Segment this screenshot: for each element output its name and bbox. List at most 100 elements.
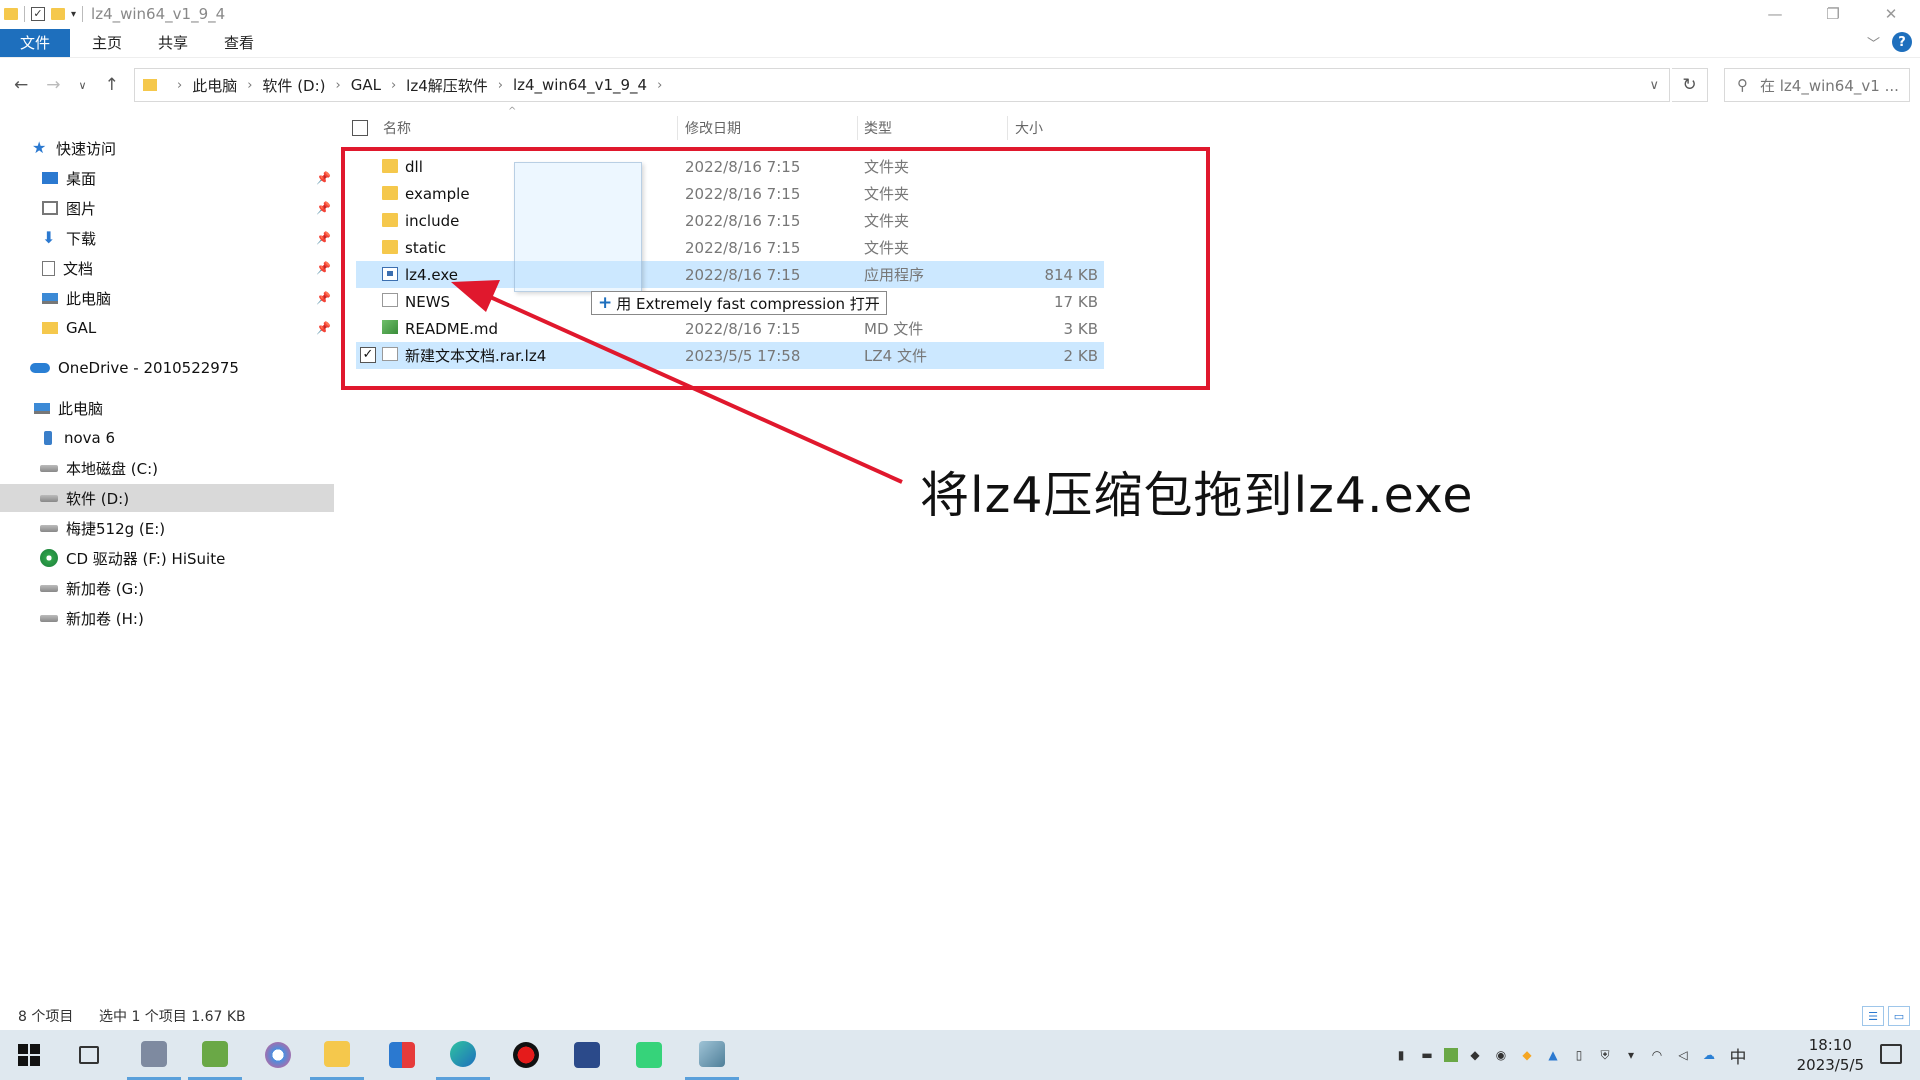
- app-icon: [202, 1040, 228, 1067]
- chevron-right-icon[interactable]: ›: [391, 78, 396, 93]
- taskbar-clock[interactable]: 18:10 2023/5/5: [1797, 1035, 1864, 1075]
- breadcrumb-item[interactable]: lz4_win64_v1_9_4: [513, 76, 647, 94]
- expand-ribbon-icon[interactable]: ﹀: [1867, 33, 1880, 52]
- tray-app-icon[interactable]: ▮: [1392, 1046, 1410, 1064]
- chevron-right-icon[interactable]: ›: [336, 78, 341, 93]
- sidebar-item-this-pc-pinned[interactable]: 此电脑 📌: [0, 284, 334, 312]
- column-date[interactable]: 修改日期: [685, 118, 741, 138]
- security-icon[interactable]: ⛨: [1596, 1046, 1614, 1064]
- breadcrumb-item[interactable]: lz4解压软件: [406, 75, 488, 96]
- tab-view[interactable]: 查看: [206, 29, 272, 57]
- tab-file[interactable]: 文件: [0, 28, 70, 57]
- sidebar-item-documents[interactable]: 文档 📌: [0, 254, 334, 282]
- new-folder-icon[interactable]: [51, 8, 65, 20]
- tab-home[interactable]: 主页: [74, 29, 140, 57]
- forward-arrow-icon[interactable]: →: [46, 75, 60, 95]
- sidebar-item-drive-d[interactable]: 软件 (D:): [0, 484, 334, 512]
- properties-icon[interactable]: ✓: [31, 7, 45, 21]
- large-icons-view-icon[interactable]: ▭: [1888, 1006, 1910, 1026]
- sidebar-item-drive-f[interactable]: CD 驱动器 (F:) HiSuite: [0, 544, 334, 572]
- taskbar-file-explorer[interactable]: [310, 1030, 364, 1080]
- taskbar-app-1[interactable]: [127, 1030, 181, 1080]
- back-arrow-icon[interactable]: ←: [14, 75, 28, 95]
- column-name[interactable]: 名称: [383, 118, 411, 138]
- pin-icon[interactable]: 📌: [316, 201, 331, 215]
- wifi-icon[interactable]: ◠: [1648, 1046, 1666, 1064]
- recent-locations-icon[interactable]: ∨: [79, 79, 87, 92]
- sidebar-item-label: 本地磁盘 (C:): [66, 459, 158, 478]
- sidebar-item-gal[interactable]: GAL 📌: [0, 314, 334, 342]
- search-input[interactable]: ⚲ 在 lz4_win64_v1 ...: [1724, 68, 1910, 102]
- task-view-button[interactable]: [62, 1030, 116, 1080]
- sidebar-item-nova6[interactable]: nova 6: [0, 424, 334, 452]
- sidebar-item-desktop[interactable]: 桌面 📌: [0, 164, 334, 192]
- tray-app-icon[interactable]: ▬: [1418, 1046, 1436, 1064]
- drive-icon: [40, 584, 58, 592]
- taskbar-app-3[interactable]: [251, 1030, 305, 1080]
- help-icon[interactable]: ?: [1892, 32, 1912, 52]
- column-type[interactable]: 类型: [864, 118, 892, 138]
- taskbar-app-8[interactable]: [560, 1030, 614, 1080]
- start-button[interactable]: [2, 1030, 56, 1080]
- breadcrumb-item[interactable]: 此电脑: [192, 75, 237, 96]
- record-icon: [513, 1042, 539, 1068]
- taskbar-app-5[interactable]: [375, 1030, 429, 1080]
- chevron-right-icon[interactable]: ›: [247, 78, 252, 93]
- customize-toolbar-icon[interactable]: ▾: [71, 9, 76, 20]
- sidebar-item-drive-h[interactable]: 新加卷 (H:): [0, 604, 334, 632]
- pin-icon[interactable]: 📌: [316, 321, 331, 335]
- pin-icon[interactable]: 📌: [316, 231, 331, 245]
- sidebar-item-this-pc[interactable]: 此电脑: [0, 394, 334, 422]
- taskbar-edge[interactable]: [436, 1030, 490, 1080]
- input-method-indicator[interactable]: 中: [1726, 1046, 1750, 1068]
- taskbar-app-9[interactable]: [622, 1030, 676, 1080]
- column-divider[interactable]: [1007, 116, 1008, 140]
- column-header-row: 名称 修改日期 类型 大小: [0, 113, 1100, 143]
- taskbar-app-2[interactable]: [188, 1030, 242, 1080]
- pin-icon[interactable]: 📌: [316, 171, 331, 185]
- breadcrumb-item[interactable]: GAL: [351, 76, 381, 94]
- taskbar-app-10[interactable]: [685, 1030, 739, 1080]
- sidebar-item-drive-c[interactable]: 本地磁盘 (C:): [0, 454, 334, 482]
- app-icon: [636, 1042, 662, 1068]
- download-arrow-icon: ⬇: [42, 228, 56, 247]
- column-size[interactable]: 大小: [1015, 118, 1043, 138]
- usb-icon[interactable]: ▯: [1570, 1046, 1588, 1064]
- column-divider[interactable]: [677, 116, 678, 140]
- annotation-box: [341, 147, 1210, 390]
- notification-icon[interactable]: [1880, 1044, 1902, 1064]
- drive-icon: [40, 464, 58, 472]
- up-arrow-icon[interactable]: ↑: [105, 75, 119, 95]
- taskbar-recorder[interactable]: [499, 1030, 553, 1080]
- tray-app-icon[interactable]: ◉: [1492, 1046, 1510, 1064]
- pin-icon[interactable]: 📌: [316, 291, 331, 305]
- column-divider[interactable]: [857, 116, 858, 140]
- chevron-right-icon[interactable]: ›: [498, 78, 503, 93]
- select-all-checkbox[interactable]: [352, 120, 368, 136]
- sidebar-item-drive-e[interactable]: 梅捷512g (E:): [0, 514, 334, 542]
- sidebar-item-downloads[interactable]: ⬇ 下载 📌: [0, 224, 334, 252]
- sidebar-item-pictures[interactable]: 图片 📌: [0, 194, 334, 222]
- sidebar-item-label: 文档: [63, 259, 94, 278]
- details-view-icon[interactable]: ☰: [1862, 1006, 1884, 1026]
- pin-icon[interactable]: 📌: [316, 261, 331, 275]
- address-bar[interactable]: › 此电脑 › 软件 (D:) › GAL › lz4解压软件 › lz4_wi…: [134, 68, 1670, 102]
- onedrive-icon[interactable]: ☁: [1700, 1046, 1718, 1064]
- sidebar-item-onedrive[interactable]: OneDrive - 2010522975: [0, 354, 334, 382]
- volume-icon[interactable]: ◁: [1674, 1046, 1692, 1064]
- tab-share[interactable]: 共享: [140, 29, 206, 57]
- breadcrumb-item[interactable]: 软件 (D:): [262, 75, 325, 96]
- tray-app-icon[interactable]: ◆: [1466, 1046, 1484, 1064]
- maximize-button[interactable]: ❐: [1804, 0, 1862, 28]
- refresh-button[interactable]: ↻: [1672, 68, 1708, 102]
- tray-app-icon[interactable]: ▲: [1544, 1046, 1562, 1064]
- tray-app-icon[interactable]: ◆: [1518, 1046, 1536, 1064]
- chevron-right-icon[interactable]: ›: [177, 78, 182, 93]
- close-button[interactable]: ✕: [1862, 0, 1920, 28]
- sidebar-item-drive-g[interactable]: 新加卷 (G:): [0, 574, 334, 602]
- chevron-right-icon[interactable]: ›: [657, 78, 662, 93]
- tray-app-icon[interactable]: ▾: [1622, 1046, 1640, 1064]
- nvidia-icon[interactable]: [1444, 1048, 1458, 1062]
- chevron-down-icon[interactable]: ∨: [1649, 78, 1659, 93]
- minimize-button[interactable]: —: [1746, 0, 1804, 28]
